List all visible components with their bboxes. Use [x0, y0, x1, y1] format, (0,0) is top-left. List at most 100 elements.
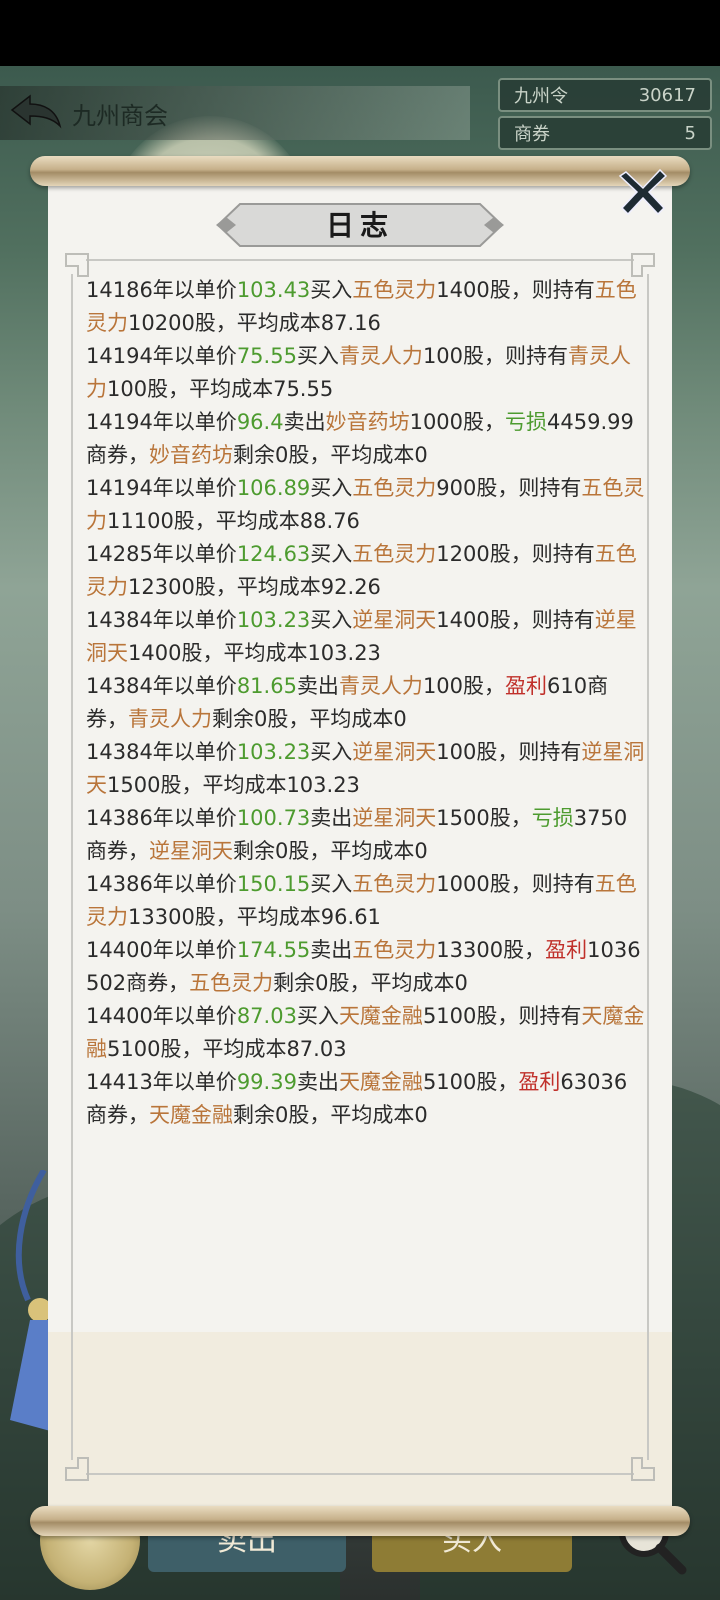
log-entry-segment: 买入 [310, 872, 353, 896]
log-entry: 14413年以单价99.39卖出天魔金融5100股，盈利63036商券，天魔金融… [86, 1066, 646, 1132]
log-entry: 14386年以单价150.15买入五色灵力1000股，则持有五色灵力13300股… [86, 868, 646, 934]
log-entry-segment: 14400年以单价 [86, 1004, 237, 1028]
log-entry-segment: 买入 [310, 278, 353, 302]
log-entry-segment: 五色灵力 [189, 971, 274, 995]
log-entry: 14400年以单价87.03买入天魔金融5100股，则持有天魔金融5100股，平… [86, 1000, 646, 1066]
log-entry-segment: 87.03 [236, 1004, 297, 1028]
log-entry-segment: 14384年以单价 [86, 674, 237, 698]
log-entry-segment: 99.39 [236, 1070, 297, 1094]
log-entry-segment: 五色灵力 [352, 476, 437, 500]
log-list: 14186年以单价103.43买入五色灵力1400股，则持有五色灵力10200股… [86, 274, 646, 1132]
log-entry-segment: 14384年以单价 [86, 740, 237, 764]
log-entry-segment: 亏损 [531, 806, 574, 830]
log-entry: 14386年以单价100.73卖出逆星洞天1500股，亏损3750商券，逆星洞天… [86, 802, 646, 868]
log-entry: 14285年以单价124.63买入五色灵力1200股，则持有五色灵力12300股… [86, 538, 646, 604]
currency-label: 九州令 [514, 86, 568, 107]
log-entry-segment: 卖出 [310, 806, 353, 830]
log-entry-segment: 剩余0股，平均成本0 [233, 443, 428, 467]
log-entry-segment: 96.4 [236, 410, 284, 434]
log-entry: 14400年以单价174.55卖出五色灵力13300股，盈利1036502商券，… [86, 934, 646, 1000]
log-entry-segment: 13300股，平均成本96.61 [128, 905, 381, 929]
log-entry-segment: 天魔金融 [149, 1103, 233, 1127]
log-entry: 14384年以单价103.23买入逆星洞天100股，则持有逆星洞天1500股，平… [86, 736, 646, 802]
currency-jiuzhouling: 九州令 30617 [498, 78, 712, 112]
log-entry-segment: 14285年以单价 [86, 542, 237, 566]
log-dialog: 日志 14186年以单价103.43买入五色灵力1400股，则持有五色灵力102… [30, 156, 690, 1536]
log-entry-segment: 103.23 [236, 608, 311, 632]
log-entry-segment: 天魔金融 [338, 1070, 423, 1094]
log-entry: 14194年以单价96.4卖出妙音药坊1000股，亏损4459.99商券，妙音药… [86, 406, 646, 472]
log-entry-segment: 5100股， [422, 1070, 519, 1094]
log-entry-segment: 剩余0股，平均成本0 [233, 839, 428, 863]
log-entry-segment: 青灵人力 [338, 344, 423, 368]
log-entry-segment: 买入 [310, 476, 353, 500]
log-entry-segment: 剩余0股，平均成本0 [233, 1103, 428, 1127]
log-entry: 14194年以单价106.89买入五色灵力900股，则持有五色灵力11100股，… [86, 472, 646, 538]
log-entry-segment: 盈利 [518, 1070, 561, 1094]
log-entry-segment: 卖出 [296, 674, 339, 698]
log-entry-segment: 103.43 [236, 278, 311, 302]
log-entry-segment: 五色灵力 [352, 278, 437, 302]
log-entry-segment: 逆星洞天 [352, 740, 437, 764]
currency-shangquan: 商券 5 [498, 116, 712, 150]
log-entry-segment: 10200股，平均成本87.16 [128, 311, 381, 335]
log-entry-segment: 剩余0股，平均成本0 [273, 971, 468, 995]
log-entry-segment: 1000股， [409, 410, 506, 434]
log-entry-segment: 天魔金融 [338, 1004, 423, 1028]
log-entry-segment: 11100股，平均成本88.76 [107, 509, 360, 533]
log-entry-segment: 卖出 [296, 1070, 339, 1094]
log-entry-segment: 盈利 [505, 674, 548, 698]
log-entry-segment: 逆星洞天 [149, 839, 233, 863]
log-entry-segment: 103.23 [236, 740, 311, 764]
log-entry-segment: 100股，则持有 [422, 344, 569, 368]
log-entry-segment: 五色灵力 [352, 938, 437, 962]
log-entry-segment: 1400股，则持有 [436, 608, 595, 632]
page-title: 九州商会 [72, 102, 168, 130]
back-arrow-icon[interactable] [8, 90, 64, 134]
log-entry-segment: 12300股，平均成本92.26 [128, 575, 381, 599]
log-entry-segment: 100股， [422, 674, 506, 698]
status-bar [0, 0, 720, 66]
log-entry-segment: 买入 [296, 1004, 339, 1028]
log-entry-segment: 124.63 [236, 542, 311, 566]
log-entry-segment: 106.89 [236, 476, 311, 500]
log-entry-segment: 5100股，则持有 [422, 1004, 582, 1028]
log-entry-segment: 14384年以单价 [86, 608, 237, 632]
currency-value: 5 [684, 122, 696, 144]
log-entry-segment: 妙音药坊 [149, 443, 233, 467]
log-entry-segment: 买入 [310, 608, 353, 632]
log-entry-segment: 卖出 [283, 410, 326, 434]
scroll-roller-bottom [30, 1506, 690, 1536]
log-entry-segment: 900股，则持有 [436, 476, 582, 500]
log-entry: 14194年以单价75.55买入青灵人力100股，则持有青灵人力100股，平均成… [86, 340, 646, 406]
log-entry-segment: 14194年以单价 [86, 344, 237, 368]
log-entry-segment: 14400年以单价 [86, 938, 237, 962]
log-entry-segment: 逆星洞天 [352, 608, 437, 632]
log-entry-segment: 5100股，平均成本87.03 [107, 1037, 347, 1061]
log-entry-segment: 青灵人力 [128, 707, 212, 731]
close-icon[interactable] [616, 164, 670, 218]
log-entry-segment: 1500股，平均成本103.23 [107, 773, 360, 797]
log-entry-segment: 14386年以单价 [86, 872, 237, 896]
log-entry-segment: 100股，平均成本75.55 [107, 377, 334, 401]
log-entry-segment: 100股，则持有 [436, 740, 582, 764]
log-entry-segment: 1000股，则持有 [436, 872, 595, 896]
log-entry-segment: 盈利 [545, 938, 588, 962]
log-entry-segment: 150.15 [236, 872, 311, 896]
log-entry-segment: 100.73 [236, 806, 311, 830]
log-entry-segment: 1200股，则持有 [436, 542, 595, 566]
log-entry-segment: 14194年以单价 [86, 410, 237, 434]
log-entry-segment: 妙音药坊 [325, 410, 410, 434]
log-entry-segment: 青灵人力 [338, 674, 423, 698]
log-entry-segment: 五色灵力 [352, 542, 437, 566]
log-entry-segment: 75.55 [236, 344, 297, 368]
log-entry-segment: 亏损 [505, 410, 548, 434]
log-entry-segment: 81.65 [236, 674, 297, 698]
log-entry-segment: 买入 [310, 740, 353, 764]
log-entry-segment: 五色灵力 [352, 872, 437, 896]
log-entry-segment: 1400股，平均成本103.23 [128, 641, 381, 665]
top-bar [0, 86, 470, 140]
log-entry-segment: 剩余0股，平均成本0 [212, 707, 407, 731]
log-entry-segment: 逆星洞天 [352, 806, 437, 830]
log-entry-segment: 买入 [310, 542, 353, 566]
